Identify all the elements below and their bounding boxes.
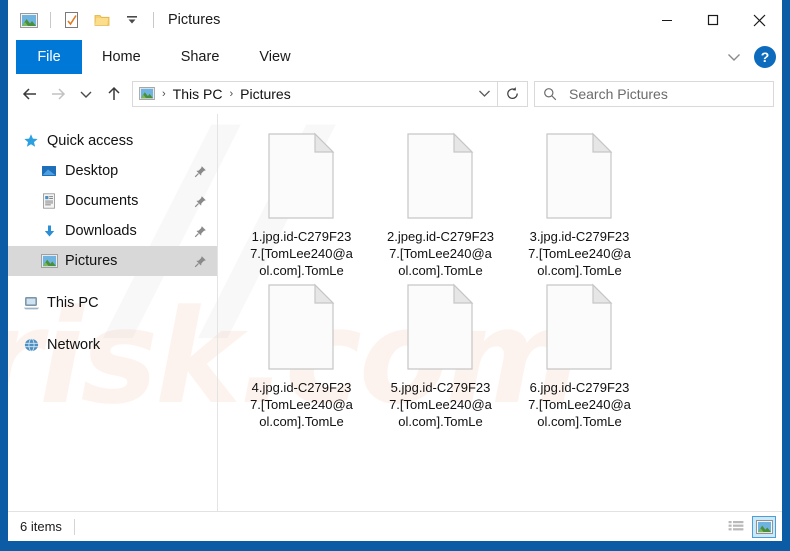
downloads-icon bbox=[40, 222, 58, 240]
recent-locations-button[interactable] bbox=[72, 80, 100, 108]
quick-access-toolbar: Pictures bbox=[8, 7, 220, 33]
blank-file-icon bbox=[545, 283, 615, 371]
minimize-button[interactable] bbox=[644, 0, 690, 40]
maximize-button[interactable] bbox=[690, 0, 736, 40]
tab-file[interactable]: File bbox=[16, 40, 82, 74]
sidebar-item-desktop[interactable]: Desktop bbox=[8, 156, 217, 186]
title-bar: Pictures bbox=[8, 0, 782, 40]
new-folder-icon[interactable] bbox=[89, 7, 115, 33]
details-view-button[interactable] bbox=[724, 516, 748, 538]
sidebar-item-pictures[interactable]: Pictures bbox=[8, 246, 217, 276]
toolbar-divider bbox=[50, 12, 51, 28]
file-item[interactable]: 4.jpg.id-C279F237.[TomLee240@aol.com].To… bbox=[232, 279, 371, 430]
ribbon-controls: ? bbox=[720, 40, 776, 74]
this-pc-icon bbox=[22, 294, 40, 312]
window-client-area: Pictures File Home Share View ? › This P… bbox=[8, 0, 782, 541]
file-name: 4.jpg.id-C279F237.[TomLee240@aol.com].To… bbox=[250, 380, 353, 429]
file-name: 5.jpg.id-C279F237.[TomLee240@aol.com].To… bbox=[389, 380, 492, 429]
back-button[interactable] bbox=[16, 80, 44, 108]
large-icons-view-button[interactable] bbox=[752, 515, 776, 538]
sidebar-item-label: Desktop bbox=[65, 163, 119, 179]
sidebar-item-label: Documents bbox=[65, 193, 139, 209]
ribbon-tab-bar: File Home Share View ? bbox=[8, 40, 782, 74]
pictures-icon bbox=[40, 252, 58, 270]
sidebar-gap-1 bbox=[8, 276, 217, 288]
file-name: 1.jpg.id-C279F237.[TomLee240@aol.com].To… bbox=[250, 229, 353, 278]
forward-button[interactable] bbox=[44, 80, 72, 108]
sidebar-item-label: Quick access bbox=[47, 133, 134, 149]
breadcrumb-this-pc[interactable]: This PC bbox=[171, 86, 225, 102]
blank-file-icon bbox=[267, 132, 337, 220]
sidebar-item-label: Network bbox=[47, 337, 101, 353]
blank-file-icon bbox=[406, 283, 476, 371]
navigation-pane: Quick access Desktop Documents Downloads… bbox=[8, 114, 218, 511]
file-list-view[interactable]: 1.jpg.id-C279F237.[TomLee240@aol.com].To… bbox=[218, 114, 782, 511]
file-item[interactable]: 2.jpeg.id-C279F237.[TomLee240@aol.com].T… bbox=[371, 128, 510, 279]
up-button[interactable] bbox=[100, 80, 128, 108]
network-icon bbox=[22, 336, 40, 354]
file-name: 6.jpg.id-C279F237.[TomLee240@aol.com].To… bbox=[528, 380, 631, 429]
file-name: 2.jpeg.id-C279F237.[TomLee240@aol.com].T… bbox=[387, 229, 494, 278]
file-item[interactable]: 1.jpg.id-C279F237.[TomLee240@aol.com].To… bbox=[232, 128, 371, 279]
pictures-library-icon[interactable] bbox=[16, 7, 42, 33]
file-item[interactable]: 3.jpg.id-C279F237.[TomLee240@aol.com].To… bbox=[510, 128, 649, 279]
help-icon[interactable]: ? bbox=[754, 46, 776, 68]
pin-icon[interactable] bbox=[193, 254, 207, 268]
item-count-label: 6 items bbox=[20, 519, 62, 534]
blank-file-icon bbox=[545, 132, 615, 220]
pictures-library-icon-small bbox=[139, 87, 157, 100]
documents-icon bbox=[40, 192, 58, 210]
explorer-body: // risk.com Quick access bbox=[8, 114, 782, 511]
sidebar-item-label: This PC bbox=[47, 295, 99, 311]
breadcrumb-separator-2[interactable]: › bbox=[226, 88, 236, 100]
tab-share[interactable]: Share bbox=[161, 40, 240, 74]
tab-view[interactable]: View bbox=[239, 40, 310, 74]
pin-icon[interactable] bbox=[193, 164, 207, 178]
sidebar-item-downloads[interactable]: Downloads bbox=[8, 216, 217, 246]
star-icon bbox=[22, 132, 40, 150]
sidebar-item-documents[interactable]: Documents bbox=[8, 186, 217, 216]
toolbar-divider-2 bbox=[153, 12, 154, 28]
address-bar-row: › This PC › Pictures bbox=[8, 74, 782, 114]
sidebar-gap-2 bbox=[8, 318, 217, 330]
pin-icon[interactable] bbox=[193, 194, 207, 208]
tab-home[interactable]: Home bbox=[82, 40, 161, 74]
view-mode-buttons bbox=[724, 515, 776, 538]
status-bar: 6 items bbox=[8, 511, 782, 541]
address-bar[interactable]: › This PC › Pictures bbox=[132, 80, 498, 107]
sidebar-item-network[interactable]: Network bbox=[8, 330, 217, 360]
properties-icon[interactable] bbox=[59, 7, 85, 33]
sidebar-item-label: Pictures bbox=[65, 253, 118, 269]
breadcrumb-separator-1[interactable]: › bbox=[159, 88, 169, 100]
blank-file-icon bbox=[267, 283, 337, 371]
close-button[interactable] bbox=[736, 0, 782, 40]
customize-quick-access-toolbar-icon[interactable] bbox=[119, 7, 145, 33]
desktop-icon bbox=[40, 162, 58, 180]
search-box[interactable] bbox=[534, 80, 774, 107]
caption-buttons bbox=[644, 0, 782, 40]
search-input[interactable] bbox=[565, 85, 773, 102]
sidebar-item-quick-access[interactable]: Quick access bbox=[8, 126, 217, 156]
file-name: 3.jpg.id-C279F237.[TomLee240@aol.com].To… bbox=[528, 229, 631, 278]
file-grid: 1.jpg.id-C279F237.[TomLee240@aol.com].To… bbox=[232, 128, 772, 430]
window-title: Pictures bbox=[168, 12, 221, 28]
sidebar-item-this-pc[interactable]: This PC bbox=[8, 288, 217, 318]
breadcrumb: › This PC › Pictures bbox=[133, 86, 471, 102]
file-item[interactable]: 5.jpg.id-C279F237.[TomLee240@aol.com].To… bbox=[371, 279, 510, 430]
breadcrumb-pictures[interactable]: Pictures bbox=[238, 86, 293, 102]
explorer-window: Pictures File Home Share View ? › This P… bbox=[0, 0, 790, 551]
refresh-button[interactable] bbox=[498, 80, 528, 107]
pin-icon[interactable] bbox=[193, 224, 207, 238]
address-dropdown-icon[interactable] bbox=[471, 82, 497, 106]
status-divider bbox=[73, 518, 75, 535]
search-icon bbox=[535, 87, 565, 101]
chevron-down-icon[interactable] bbox=[720, 43, 748, 71]
blank-file-icon bbox=[406, 132, 476, 220]
sidebar-item-label: Downloads bbox=[65, 223, 137, 239]
file-item[interactable]: 6.jpg.id-C279F237.[TomLee240@aol.com].To… bbox=[510, 279, 649, 430]
